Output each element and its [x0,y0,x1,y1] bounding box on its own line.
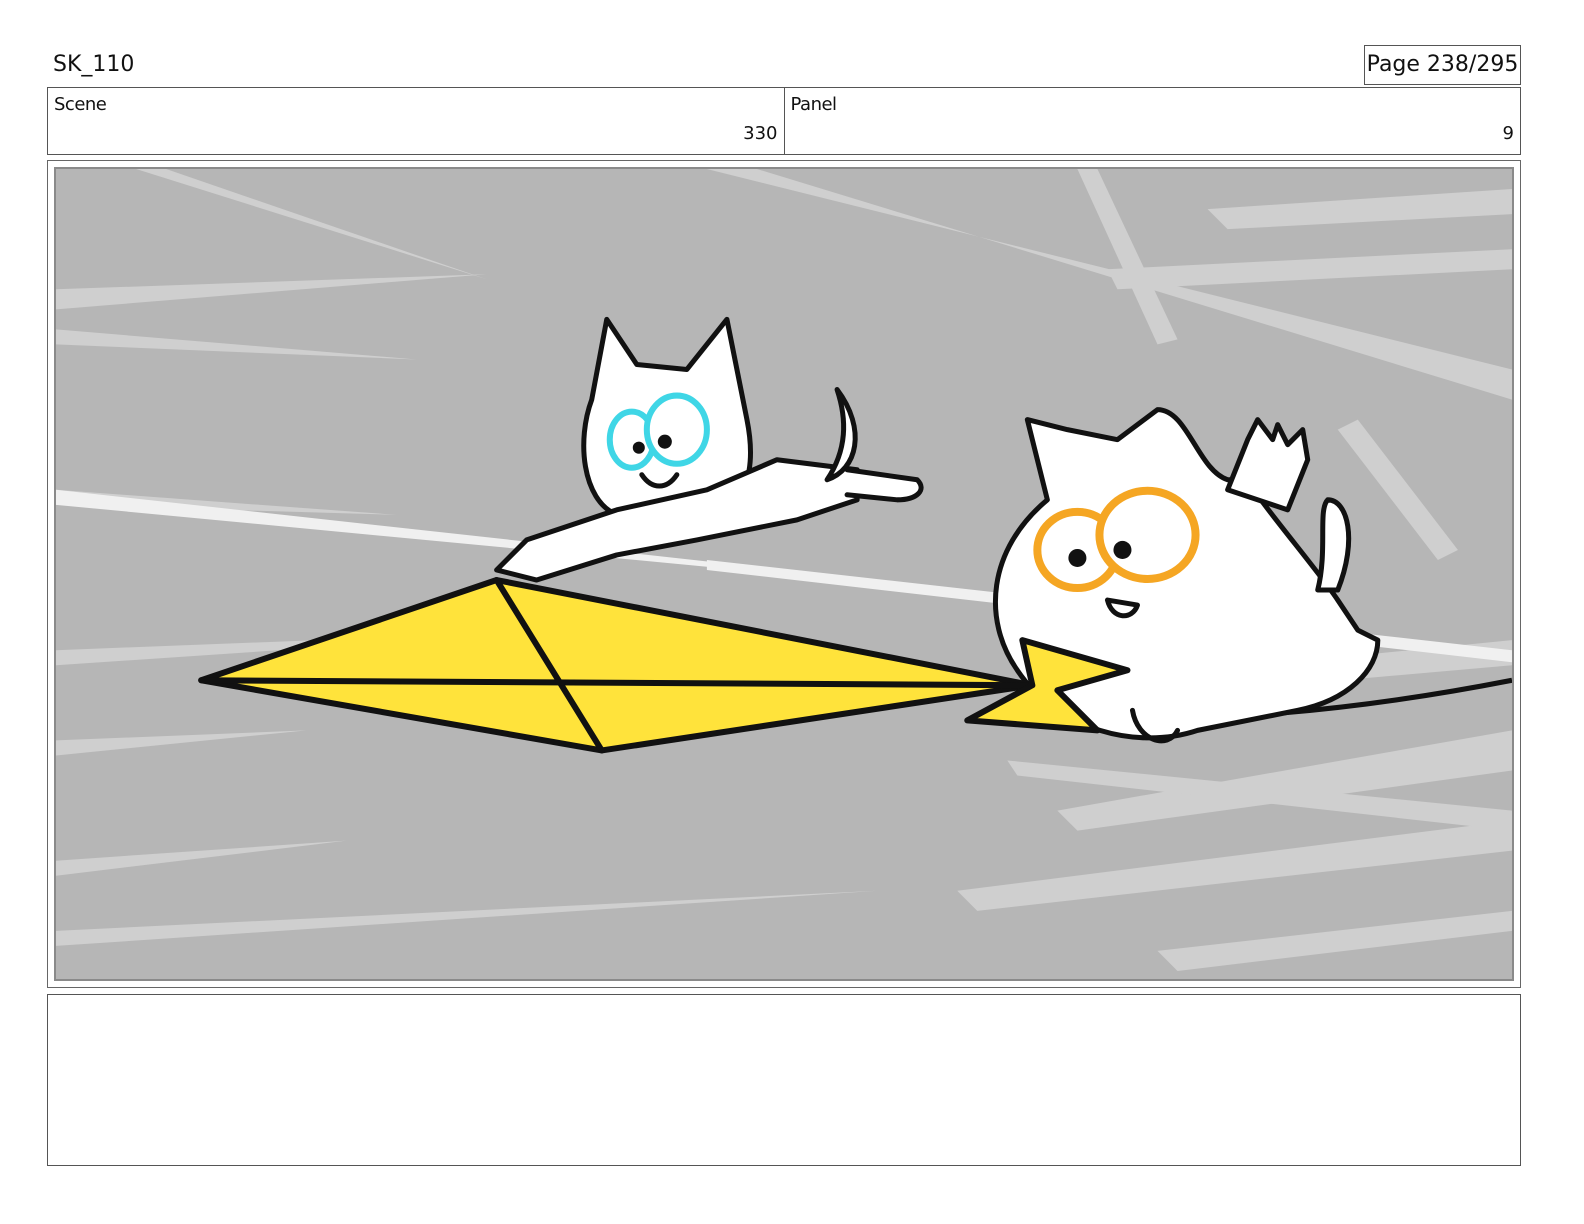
notes-area [47,994,1521,1166]
sketch-illustration [56,169,1512,979]
storyboard-frame [47,160,1521,988]
scene-label: Scene [54,94,107,115]
panel-number: 9 [1502,123,1514,144]
scene-panel-info: Scene 330 Panel 9 [47,87,1521,155]
storyboard-image [54,167,1514,981]
panel-cell: Panel 9 [783,88,1521,154]
scene-number: 330 [743,123,778,144]
scene-cell: Scene 330 [48,88,784,154]
panel-label: Panel [790,94,838,115]
page-counter: Page 238/295 [1364,45,1521,85]
storyboard-title: SK_110 [53,52,135,77]
